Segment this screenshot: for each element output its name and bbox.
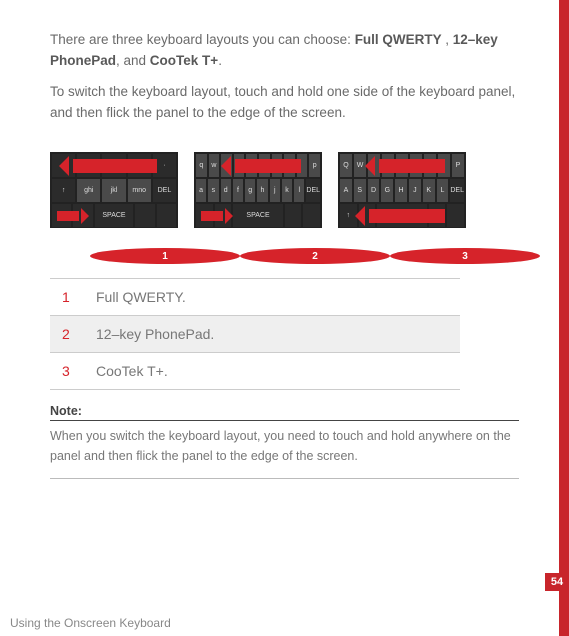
callout-row: 1 2 3 (50, 246, 519, 265)
callout-3: 3 (390, 248, 540, 264)
key-del: DEL (449, 178, 465, 203)
callout-2: 2 (240, 248, 390, 264)
key-space: SPACE (94, 203, 135, 228)
keyboard-qwerty: qwp asdfghjklDEL ↑ SPACE (194, 152, 322, 228)
key: ↑ (51, 178, 76, 203)
note-body: When you switch the keyboard layout, you… (50, 427, 519, 479)
text: , and (116, 53, 150, 68)
key: q (195, 153, 208, 178)
legend-text: 12–key PhonePad. (90, 316, 460, 352)
legend-table: 1 Full QWERTY. 2 12–key PhonePad. 3 CooT… (50, 278, 460, 390)
key: P (451, 153, 465, 178)
table-row: 3 CooTek T+. (50, 353, 460, 390)
key: p (308, 153, 321, 178)
swipe-arrow-left-icon (73, 159, 157, 173)
bold-full-qwerty: Full QWERTY (355, 32, 446, 47)
keyboard-thumbnails: ·· ↑ ghi jkl mno DEL SPACE qw p asdfgh (50, 152, 519, 228)
key: G (380, 178, 394, 203)
swipe-arrow-right-icon (201, 211, 223, 221)
key: l (293, 178, 305, 203)
key (446, 203, 465, 228)
legend-text: CooTek T+. (90, 353, 460, 389)
key: j (269, 178, 281, 203)
keyboard-phonepad: ·· ↑ ghi jkl mno DEL SPACE (50, 152, 178, 228)
table-row: 2 12–key PhonePad. (50, 316, 460, 353)
key: s (207, 178, 219, 203)
intro-block: There are three keyboard layouts you can… (50, 30, 519, 124)
callout-1: 1 (90, 248, 240, 264)
key: h (256, 178, 268, 203)
key-jkl: jkl (101, 178, 126, 203)
key: w (208, 153, 221, 178)
key (302, 203, 321, 228)
key: J (408, 178, 422, 203)
key: L (436, 178, 450, 203)
page-footer: Using the Onscreen Keyboard (10, 616, 171, 630)
swipe-arrow-left-icon (369, 209, 445, 223)
key: K (422, 178, 436, 203)
key: g (244, 178, 256, 203)
key-ghi: ghi (76, 178, 101, 203)
key-del: DEL (305, 178, 321, 203)
legend-num: 3 (50, 353, 90, 389)
key (156, 203, 177, 228)
key: H (394, 178, 408, 203)
key: S (353, 178, 367, 203)
intro-line-2: To switch the keyboard layout, touch and… (50, 82, 519, 124)
swipe-arrow-left-icon (235, 159, 301, 173)
key (134, 203, 155, 228)
page-number: 54 (545, 573, 569, 591)
legend-num: 1 (50, 279, 90, 315)
key-space: SPACE (232, 203, 284, 228)
key (284, 203, 303, 228)
key: Q (339, 153, 353, 178)
key: a (195, 178, 207, 203)
key-mno: mno (127, 178, 152, 203)
keyboard-cootek: QWP ASDGHJKLDEL ↑ SPACE (338, 152, 466, 228)
legend-num: 2 (50, 316, 90, 352)
intro-line-1: There are three keyboard layouts you can… (50, 30, 519, 72)
note-heading: Note: (50, 404, 519, 421)
table-row: 1 Full QWERTY. (50, 279, 460, 316)
key: d (220, 178, 232, 203)
key: D (367, 178, 381, 203)
legend-text: Full QWERTY. (90, 279, 460, 315)
text: , (445, 32, 453, 47)
side-accent-bar (559, 0, 569, 636)
swipe-arrow-right-icon (57, 211, 79, 221)
bold-cootek: CooTek T+ (150, 53, 218, 68)
text: There are three keyboard layouts you can… (50, 32, 355, 47)
key: f (232, 178, 244, 203)
key-del: DEL (152, 178, 177, 203)
text: . (218, 53, 222, 68)
key: k (281, 178, 293, 203)
swipe-arrow-left-icon (379, 159, 445, 173)
key: A (339, 178, 353, 203)
